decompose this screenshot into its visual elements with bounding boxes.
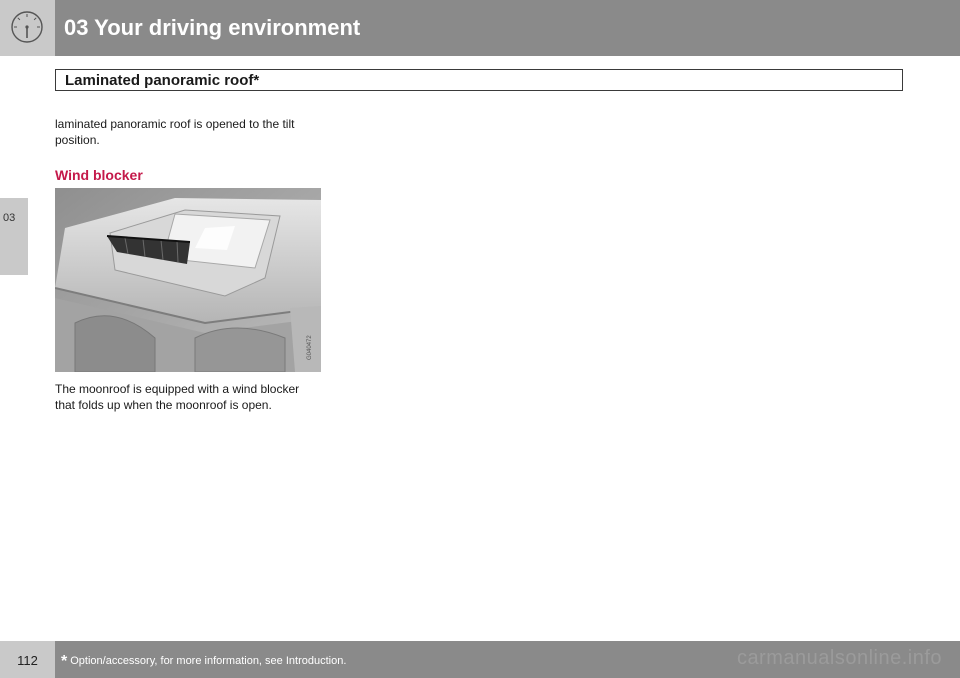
car-roof-illustration: G040472 — [55, 188, 321, 372]
body-line-2: that folds up when the moonroof is open. — [55, 398, 272, 412]
footnote-mark: * — [61, 653, 68, 670]
wind-blocker-heading: Wind blocker — [55, 167, 143, 183]
intro-line-2: position. — [55, 133, 100, 147]
intro-line-1: laminated panoramic roof is opened to th… — [55, 117, 295, 131]
chapter-side-tab[interactable]: 03 — [0, 198, 28, 275]
body-line-1: The moonroof is equipped with a wind blo… — [55, 382, 300, 396]
footnote-text: Option/accessory, for more information, … — [70, 655, 347, 667]
watermark: carmanualsonline.info — [736, 647, 942, 669]
body-paragraph: The moonroof is equipped with a wind blo… — [55, 381, 330, 413]
section-title: Laminated panoramic roof* — [65, 72, 260, 89]
figure-code: G040472 — [307, 335, 313, 360]
page-number-box: 112 — [0, 641, 55, 678]
section-title-bar: Laminated panoramic roof* — [55, 69, 903, 91]
footnote: * Option/accessory, for more information,… — [61, 653, 346, 671]
intro-paragraph: laminated panoramic roof is opened to th… — [55, 116, 330, 148]
speedometer-icon — [11, 11, 43, 43]
chapter-icon-box — [0, 0, 55, 56]
page-number: 112 — [17, 653, 38, 668]
chapter-title: 03 Your driving environment — [64, 15, 361, 40]
wind-blocker-figure: G040472 — [55, 188, 321, 372]
chapter-side-tab-label: 03 — [3, 212, 16, 224]
page-footer: 112 * Option/accessory, for more informat… — [0, 641, 960, 678]
chapter-header: 03 Your driving environment — [0, 0, 960, 56]
